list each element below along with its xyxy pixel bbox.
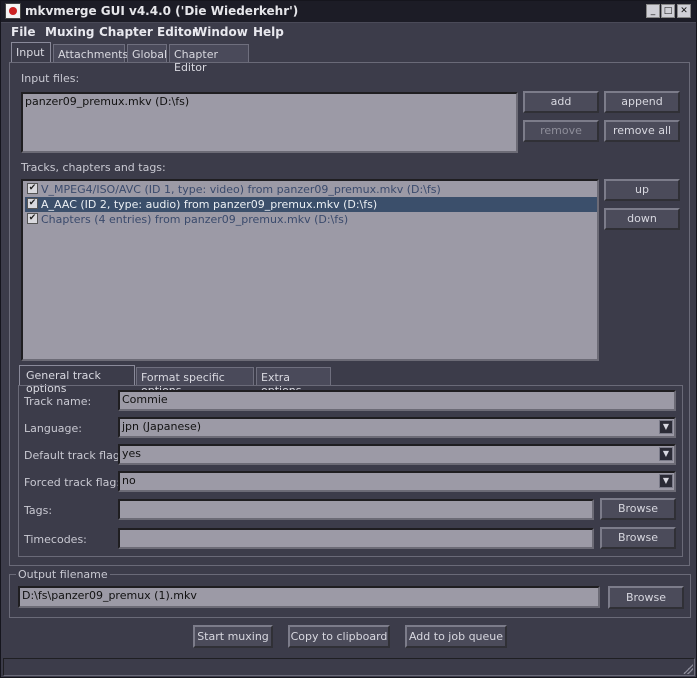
default-track-flag-value: yes — [122, 447, 142, 460]
remove-button[interactable]: remove — [523, 120, 599, 142]
forced-track-flag-select[interactable]: no ▼ — [118, 471, 676, 492]
tracks-list[interactable]: ✔ V_MPEG4/ISO/AVC (ID 1, type: video) fr… — [21, 179, 599, 361]
down-button[interactable]: down — [604, 208, 680, 230]
main-window: mkvmerge GUI v4.4.0 ('Die Wiederkehr') _… — [0, 0, 697, 678]
language-select[interactable]: jpn (Japanese) ▼ — [118, 417, 676, 438]
tab-format-specific-options[interactable]: Format specific options — [136, 367, 254, 397]
menu-muxing[interactable]: Muxing — [45, 25, 94, 39]
input-files-label: Input files: — [21, 72, 80, 85]
start-muxing-button[interactable]: Start muxing — [193, 625, 273, 648]
tags-label: Tags: — [24, 504, 53, 517]
title-bar[interactable]: mkvmerge GUI v4.4.0 ('Die Wiederkehr') _… — [1, 1, 696, 23]
default-track-flag-select[interactable]: yes ▼ — [118, 444, 676, 465]
tab-global[interactable]: Global — [127, 44, 167, 63]
status-bar — [3, 658, 695, 676]
resize-grip-icon[interactable] — [683, 664, 693, 674]
track-row-chapters[interactable]: ✔ Chapters (4 entries) from panzer09_pre… — [25, 212, 595, 227]
track-name-input[interactable]: Commie — [118, 390, 676, 411]
remove-all-button[interactable]: remove all — [604, 120, 680, 142]
maximize-icon[interactable]: □ — [661, 4, 675, 18]
input-files-list[interactable]: panzer09_premux.mkv (D:\fs) — [21, 92, 518, 153]
tab-chapter-editor[interactable]: Chapter Editor — [169, 44, 249, 74]
output-filename-input[interactable]: D:\fs\panzer09_premux (1).mkv — [18, 586, 600, 608]
app-icon — [5, 3, 21, 19]
menu-window[interactable]: Window — [194, 25, 248, 39]
tags-input[interactable] — [118, 499, 594, 520]
tab-extra-options[interactable]: Extra options — [256, 367, 331, 397]
output-browse-button[interactable]: Browse — [608, 586, 684, 609]
track-checkbox[interactable]: ✔ — [27, 198, 38, 209]
track-name-label: Track name: — [24, 395, 92, 408]
tab-general-track-options[interactable]: General track options — [19, 365, 135, 395]
track-row-video[interactable]: ✔ V_MPEG4/ISO/AVC (ID 1, type: video) fr… — [25, 182, 595, 197]
language-value: jpn (Japanese) — [122, 420, 202, 433]
close-icon[interactable]: ✕ — [677, 4, 691, 18]
tab-attachments[interactable]: Attachments — [53, 44, 128, 63]
track-row-label: A_AAC (ID 2, type: audio) from panzer09_… — [41, 198, 378, 211]
output-filename-label: Output filename — [16, 568, 110, 581]
chevron-down-icon[interactable]: ▼ — [659, 420, 673, 434]
tracks-label: Tracks, chapters and tags: — [21, 161, 166, 174]
forced-track-flag-label: Forced track flag: — [24, 476, 121, 489]
language-label: Language: — [24, 422, 82, 435]
menu-help[interactable]: Help — [253, 25, 284, 39]
timecodes-input[interactable] — [118, 528, 594, 549]
tags-browse-button[interactable]: Browse — [600, 498, 676, 520]
menu-file[interactable]: File — [11, 25, 36, 39]
add-button[interactable]: add — [523, 91, 599, 113]
window-title: mkvmerge GUI v4.4.0 ('Die Wiederkehr') — [25, 4, 299, 18]
list-item[interactable]: panzer09_premux.mkv (D:\fs) — [25, 95, 189, 108]
timecodes-label: Timecodes: — [24, 533, 87, 546]
forced-track-flag-value: no — [122, 474, 136, 487]
track-checkbox[interactable]: ✔ — [27, 183, 38, 194]
menu-bar: File Muxing Chapter Editor Window Help — [1, 23, 696, 41]
track-checkbox[interactable]: ✔ — [27, 213, 38, 224]
minimize-icon[interactable]: _ — [646, 4, 660, 18]
track-row-label: V_MPEG4/ISO/AVC (ID 1, type: video) from… — [41, 183, 441, 196]
copy-to-clipboard-button[interactable]: Copy to clipboard — [288, 625, 390, 648]
chevron-down-icon[interactable]: ▼ — [659, 474, 673, 488]
track-row-audio[interactable]: ✔ A_AAC (ID 2, type: audio) from panzer0… — [25, 197, 597, 212]
default-track-flag-label: Default track flag: — [24, 449, 124, 462]
up-button[interactable]: up — [604, 179, 680, 201]
append-button[interactable]: append — [604, 91, 680, 113]
menu-chapter-editor[interactable]: Chapter Editor — [99, 25, 198, 39]
chevron-down-icon[interactable]: ▼ — [659, 447, 673, 461]
add-to-job-queue-button[interactable]: Add to job queue — [405, 625, 507, 648]
timecodes-browse-button[interactable]: Browse — [600, 527, 676, 549]
tab-input[interactable]: Input — [11, 42, 51, 63]
track-row-label: Chapters (4 entries) from panzer09_premu… — [41, 213, 349, 226]
